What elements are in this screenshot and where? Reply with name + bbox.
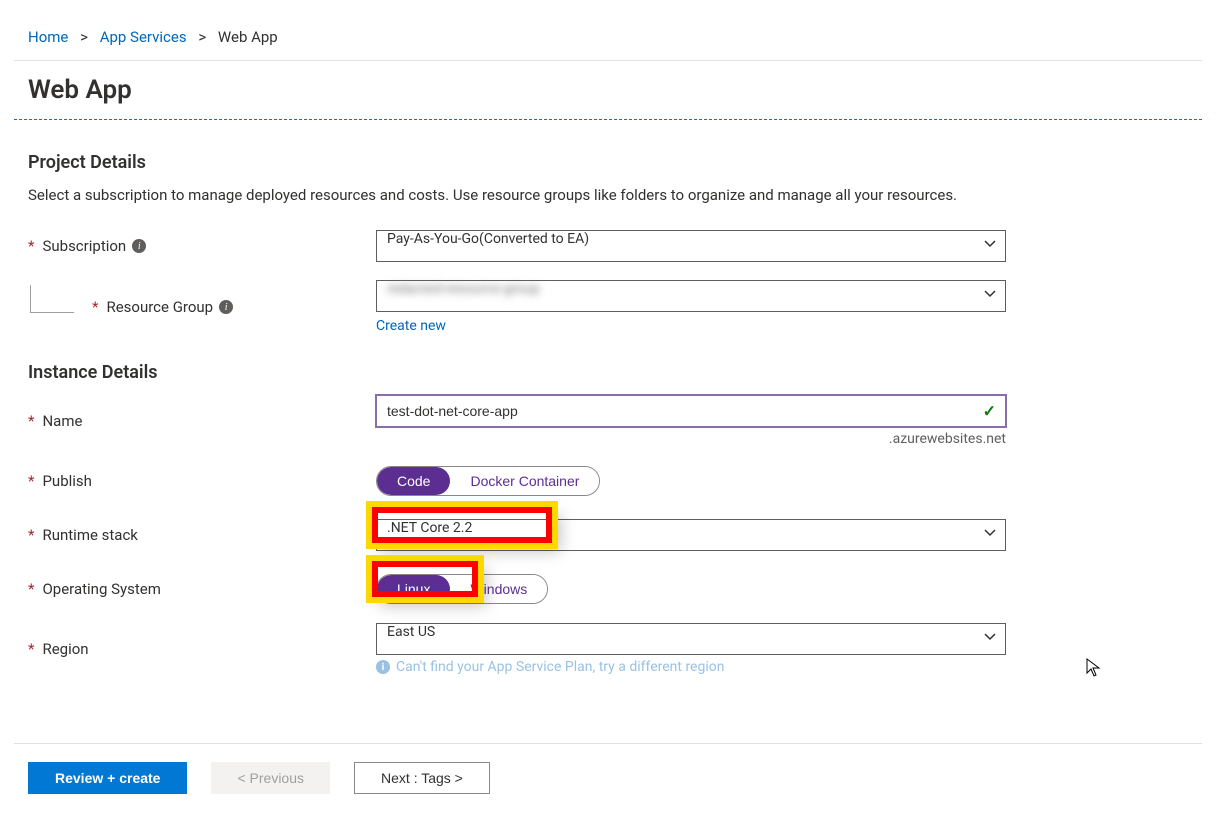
breadcrumb-app-services[interactable]: App Services xyxy=(100,28,187,46)
region-hint: i Can't find your App Service Plan, try … xyxy=(376,659,1006,675)
section-project-details: Project Details xyxy=(28,152,1188,173)
region-label: * Region xyxy=(28,640,376,658)
breadcrumb: Home > App Services > Web App xyxy=(14,14,1202,60)
os-option-windows[interactable]: Windows xyxy=(450,575,547,603)
subscription-select[interactable]: Pay-As-You-Go(Converted to EA) xyxy=(376,230,1006,262)
os-toggle: Linux Windows xyxy=(376,574,548,604)
runtime-label: * Runtime stack xyxy=(28,526,376,544)
breadcrumb-current: Web App xyxy=(218,28,278,46)
os-label: * Operating System xyxy=(28,580,376,598)
name-input[interactable] xyxy=(376,395,1006,427)
create-new-link[interactable]: Create new xyxy=(376,318,446,334)
section-instance-details: Instance Details xyxy=(28,362,1188,383)
publish-option-code[interactable]: Code xyxy=(377,467,450,495)
publish-label: * Publish xyxy=(28,472,376,490)
check-icon: ✓ xyxy=(983,402,996,421)
publish-option-docker[interactable]: Docker Container xyxy=(450,467,599,495)
region-select[interactable]: East US xyxy=(376,623,1006,655)
domain-suffix: .azurewebsites.net xyxy=(376,431,1006,447)
info-icon[interactable]: i xyxy=(219,300,233,314)
os-option-linux[interactable]: Linux xyxy=(377,575,450,603)
breadcrumb-home[interactable]: Home xyxy=(28,28,68,46)
breadcrumb-sep: > xyxy=(198,28,206,46)
resource-group-select[interactable]: redacted-resource-group xyxy=(376,280,1006,312)
next-button[interactable]: Next : Tags > xyxy=(354,762,490,794)
footer-bar: Review + create < Previous Next : Tags > xyxy=(14,743,1202,812)
name-label: * Name xyxy=(28,412,376,430)
project-details-description: Select a subscription to manage deployed… xyxy=(28,185,1008,206)
info-icon[interactable]: i xyxy=(132,239,146,253)
runtime-select[interactable]: .NET Core 2.2 xyxy=(376,519,1006,551)
previous-button[interactable]: < Previous xyxy=(211,762,330,794)
info-icon: i xyxy=(376,660,390,674)
publish-toggle: Code Docker Container xyxy=(376,466,600,496)
subscription-label: * Subscription i xyxy=(28,237,376,255)
page-title: Web App xyxy=(14,61,1202,119)
resource-group-label: * Resource Group i xyxy=(28,298,376,316)
review-create-button[interactable]: Review + create xyxy=(28,762,187,794)
breadcrumb-sep: > xyxy=(80,28,88,46)
